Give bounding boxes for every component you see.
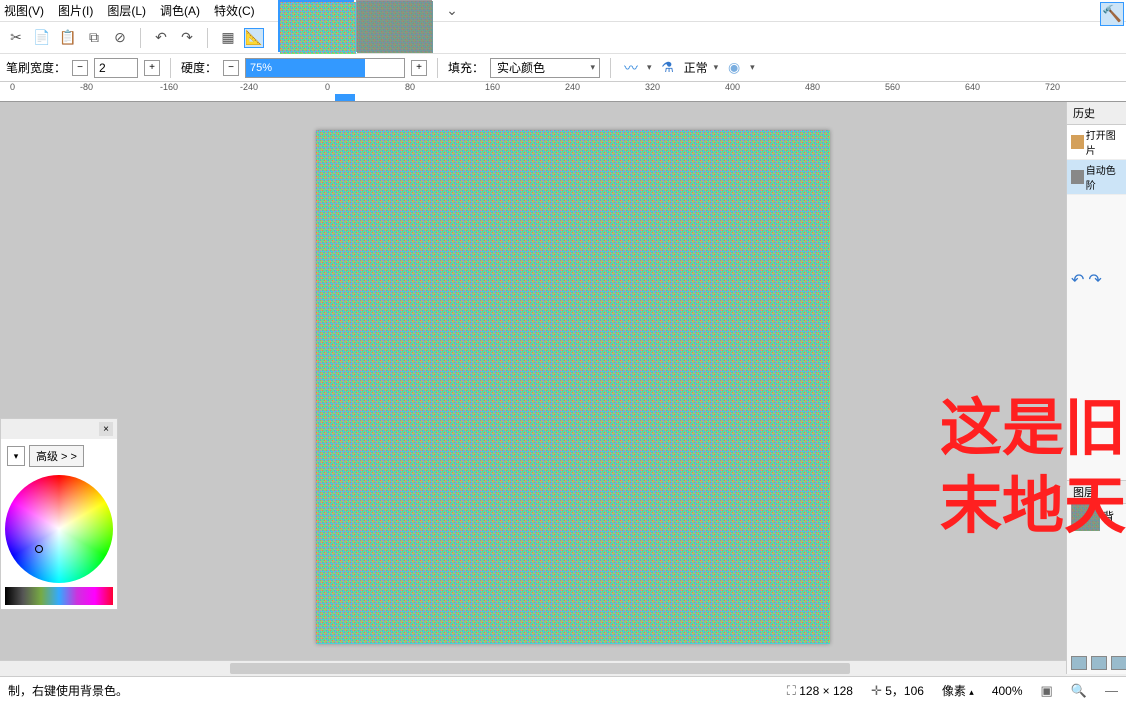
cut-icon[interactable]: ✂ (6, 28, 26, 48)
workspace[interactable] (0, 102, 1066, 674)
undo-icon[interactable]: ↶ (1071, 270, 1084, 290)
brush-width-input[interactable] (94, 58, 138, 78)
layer-btn-3[interactable] (1111, 656, 1126, 670)
color-strip[interactable] (5, 587, 113, 605)
zoom-slider-icon[interactable]: — (1105, 683, 1118, 698)
ruler-icon[interactable]: 📐 (244, 28, 264, 48)
menu-image[interactable]: 图片(I) (58, 2, 93, 19)
deselect-icon[interactable]: ⊘ (110, 28, 130, 48)
options-toolbar: 笔刷宽度： − + 硬度： − 75% + 填充： 实心颜色 〰 ▾ ⚗ 正常 … (0, 54, 1126, 82)
close-icon[interactable]: × (99, 422, 113, 436)
redo-icon[interactable]: ↷ (177, 28, 197, 48)
chevron-down-icon[interactable]: ▾ (714, 62, 719, 73)
status-hint: 制，右键使用背景色。 (8, 682, 128, 699)
color-picker-panel: × ▾ 高级 > > (0, 418, 118, 610)
horizontal-ruler: 0 -80 -160 -240 0 80 160 240 320 400 480… (0, 82, 1126, 102)
separator (610, 58, 611, 78)
paste-icon[interactable]: 📋 (58, 28, 78, 48)
status-coords: 5，106 (885, 684, 924, 698)
fill-label: 填充： (448, 59, 484, 76)
history-panel-title: 历史 (1067, 102, 1126, 125)
brush-width-decrease[interactable]: − (72, 60, 88, 76)
chevron-down-icon[interactable]: ▾ (647, 62, 652, 73)
right-panel: 历史 打开图片 自动色阶 ↶ ↷ 图层 背 (1066, 102, 1126, 674)
menubar: 视图(V) 图片(I) 图层(L) 调色(A) 特效(C) (0, 0, 1126, 22)
layer-action-buttons (1071, 656, 1126, 670)
status-dimensions: 128 × 128 (799, 684, 853, 698)
layer-btn-1[interactable] (1071, 656, 1087, 670)
fill-dropdown[interactable]: 实心颜色 (490, 58, 600, 78)
status-zoom[interactable]: 400% (992, 684, 1023, 698)
separator (207, 28, 208, 48)
blend-mode-label: 正常 (684, 59, 708, 76)
hardness-slider[interactable]: 75% (245, 58, 405, 78)
history-buttons: ↶ ↷ (1071, 270, 1102, 290)
canvas[interactable] (316, 130, 830, 644)
copy-icon[interactable]: 📄 (32, 28, 52, 48)
undo-icon[interactable]: ↶ (151, 28, 171, 48)
menu-view[interactable]: 视图(V) (4, 2, 44, 19)
fit-icon[interactable]: ▣ (1041, 683, 1053, 699)
brush-width-increase[interactable]: + (144, 60, 160, 76)
layer-btn-2[interactable] (1091, 656, 1107, 670)
hardness-value: 75% (246, 59, 365, 77)
status-unit[interactable]: 像素 (942, 684, 966, 698)
dimensions-icon: ⛶ (787, 683, 796, 698)
statusbar: 制，右键使用背景色。 ⛶ 128 × 128 ✛ 5，106 像素 ▴ 400%… (0, 676, 1126, 704)
color-wheel[interactable] (5, 475, 113, 583)
layers-icon[interactable]: ◉ (724, 58, 744, 78)
history-item-open[interactable]: 打开图片 (1067, 125, 1126, 160)
doc-thumb-2[interactable] (356, 0, 432, 52)
separator (437, 58, 438, 78)
hardness-label: 硬度： (181, 59, 217, 76)
flask-icon[interactable]: ⚗ (658, 58, 678, 78)
chevron-down-icon[interactable]: ▾ (750, 62, 755, 73)
thumbs-more-icon[interactable]: ⌄ (442, 0, 462, 20)
menu-effect[interactable]: 特效(C) (214, 2, 255, 19)
folder-icon (1071, 135, 1084, 149)
levels-icon (1071, 170, 1084, 184)
tools-toggle-button[interactable]: 🔨 (1100, 2, 1124, 26)
color-wheel-cursor (35, 545, 43, 553)
hardness-increase[interactable]: + (411, 60, 427, 76)
antialias-icon[interactable]: 〰 (621, 58, 641, 78)
annotation-text: 这是旧 末地天 (940, 390, 1126, 545)
history-item-autolevels[interactable]: 自动色阶 (1067, 160, 1126, 195)
menu-adjust[interactable]: 调色(A) (160, 2, 200, 19)
doc-thumb-1[interactable] (278, 0, 354, 52)
crop-icon[interactable]: ⧉ (84, 28, 104, 48)
hardness-decrease[interactable]: − (223, 60, 239, 76)
ruler-marker (335, 94, 355, 102)
horizontal-scrollbar[interactable] (0, 660, 1066, 676)
color-mode-dropdown[interactable]: ▾ (7, 446, 25, 466)
redo-icon[interactable]: ↷ (1088, 270, 1101, 290)
brush-width-label: 笔刷宽度： (6, 59, 66, 76)
separator (140, 28, 141, 48)
document-thumbnails: ⌄ (278, 0, 462, 52)
advanced-button[interactable]: 高级 > > (29, 445, 84, 467)
menu-layer[interactable]: 图层(L) (107, 2, 146, 19)
separator (170, 58, 171, 78)
main-toolbar: ✂ 📄 📋 ⧉ ⊘ ↶ ↷ ▦ 📐 (0, 22, 1126, 54)
zoom-out-icon[interactable]: 🔍 (1071, 683, 1087, 699)
scrollbar-thumb[interactable] (230, 663, 850, 674)
cursor-icon: ✛ (871, 683, 882, 698)
grid-icon[interactable]: ▦ (218, 28, 238, 48)
